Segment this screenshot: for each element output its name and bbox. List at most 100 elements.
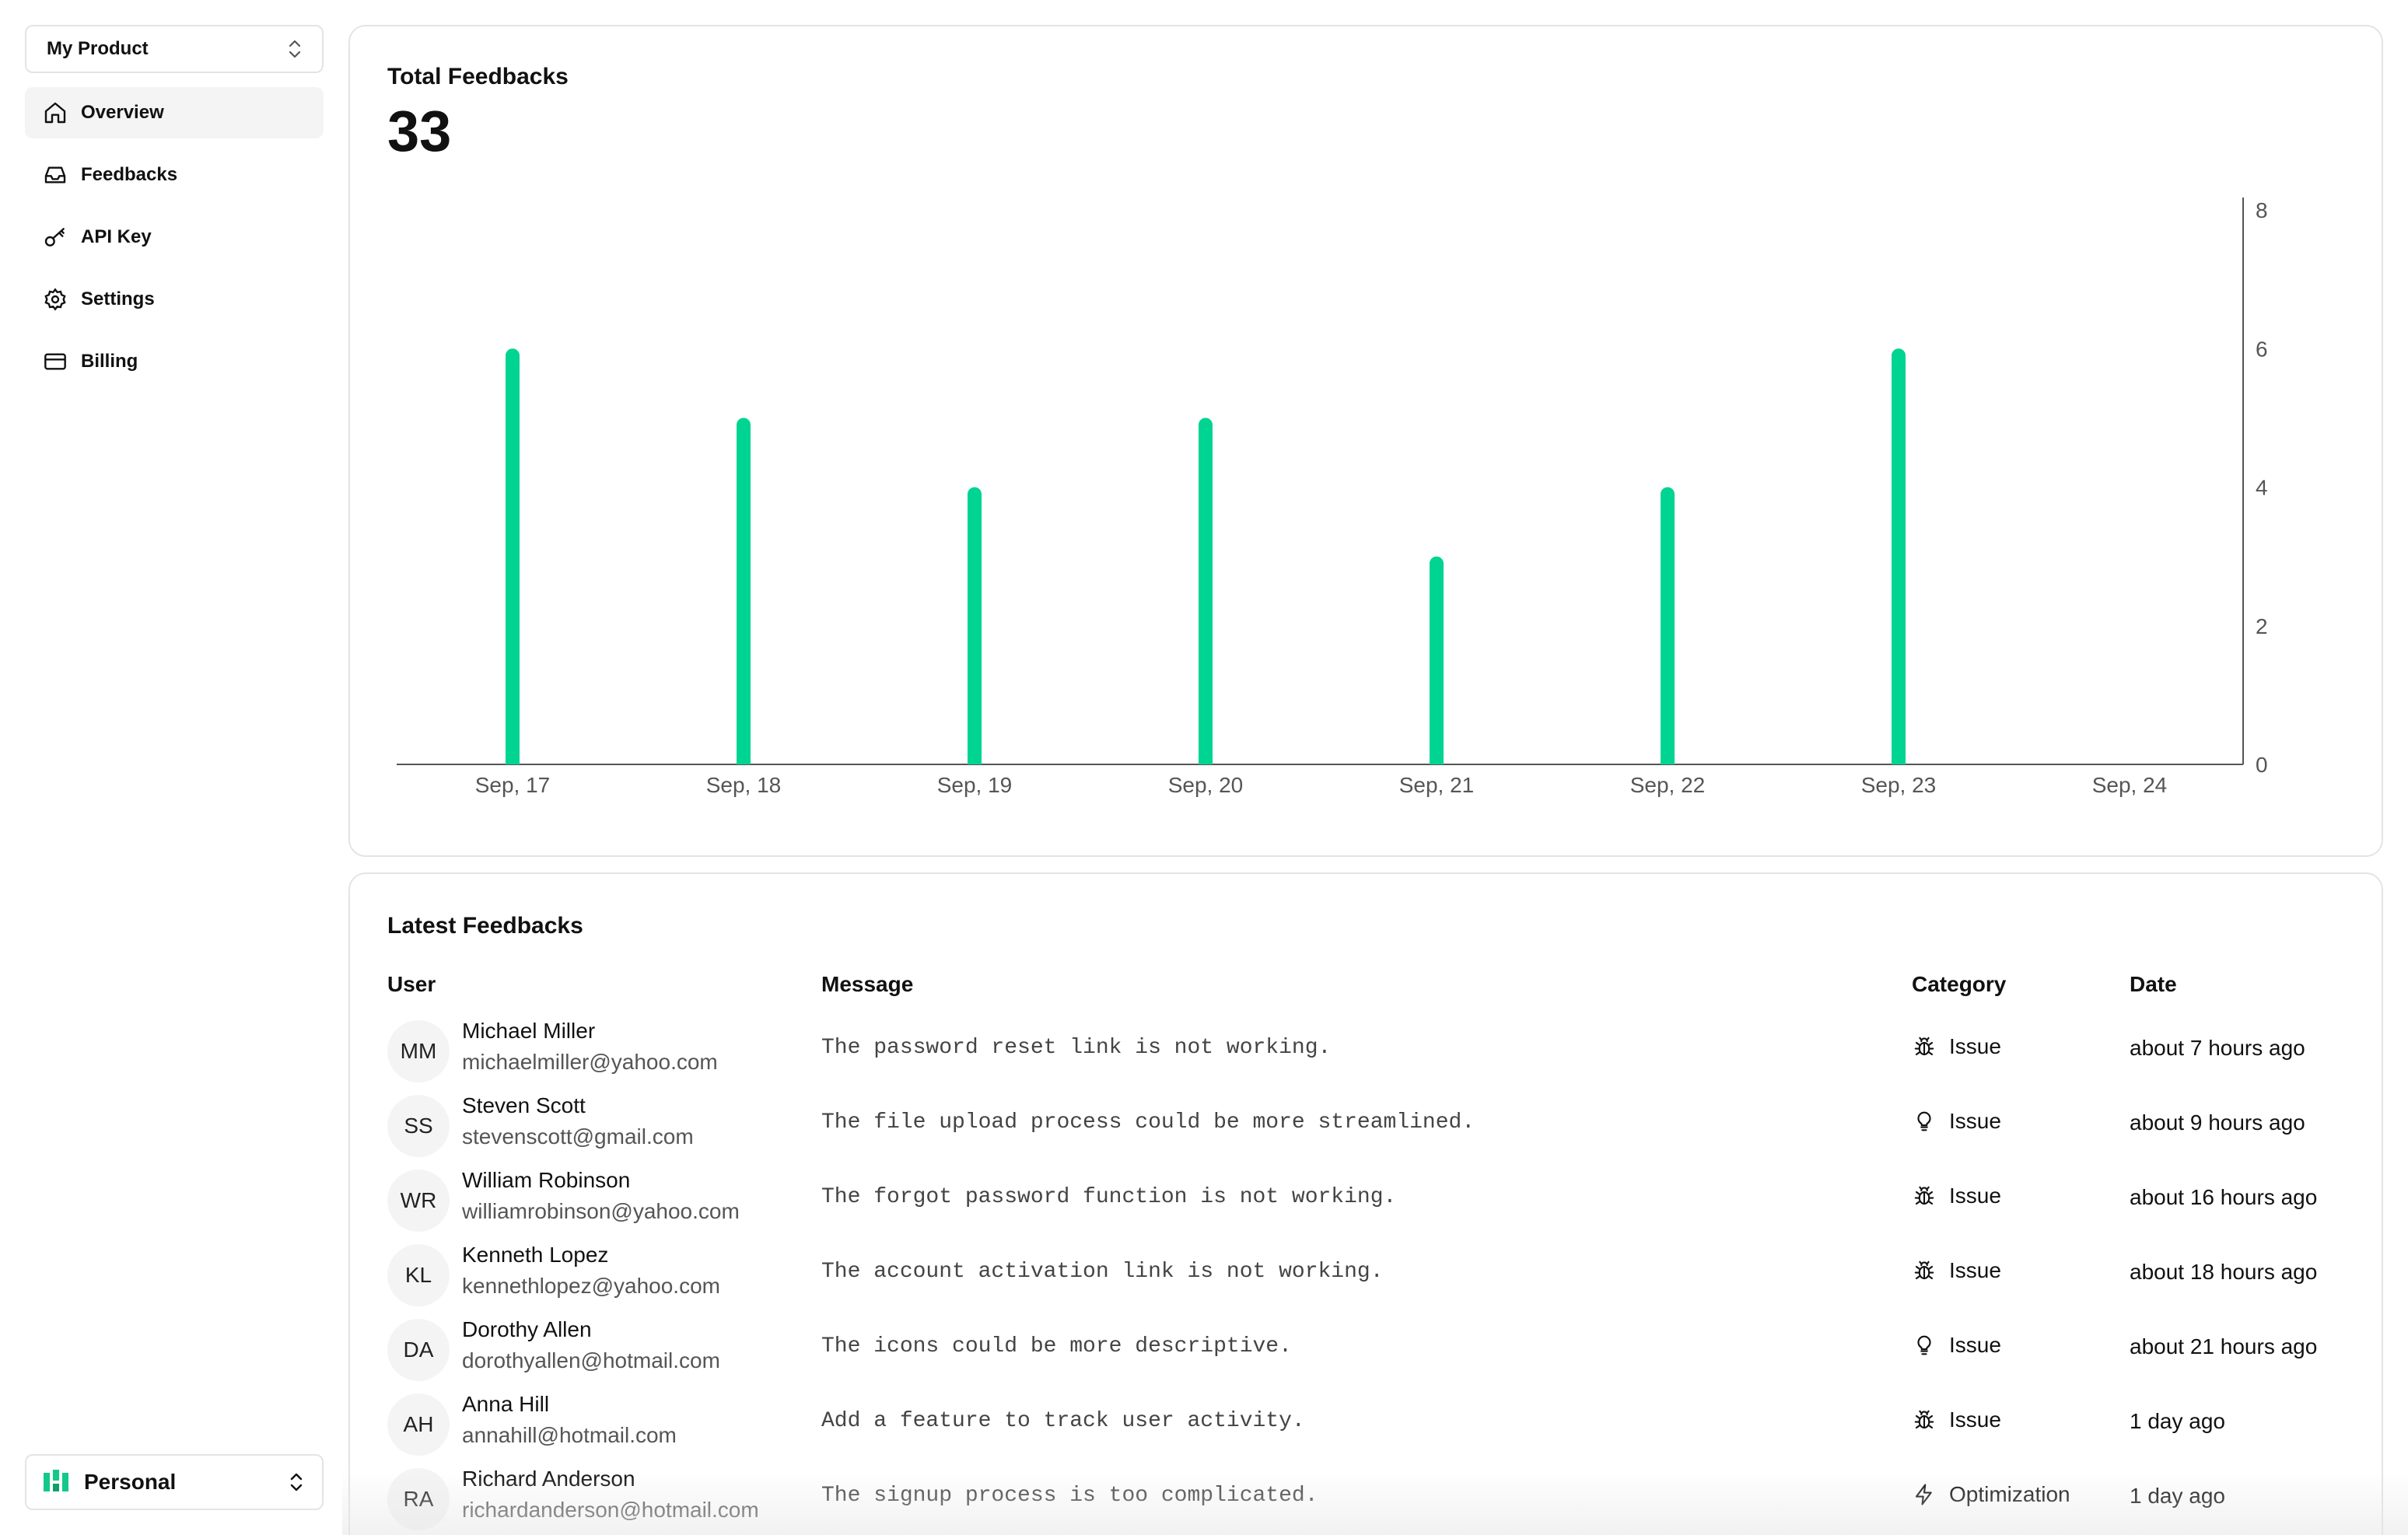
- x-tick-label: Sep, 18: [706, 773, 782, 797]
- key-icon: [42, 224, 68, 250]
- bar-base: [968, 750, 982, 764]
- sidebar-nav: Overview Feedbacks API Key Settings Bill…: [25, 87, 324, 398]
- avatar: AH: [387, 1393, 450, 1456]
- gear-icon: [42, 286, 68, 313]
- category-label: Optimization: [1949, 1482, 2070, 1506]
- bug-icon: [1912, 1258, 1937, 1283]
- table-row[interactable]: DA Dorothy Allen dorothyallen@hotmail.com T…: [387, 1313, 2347, 1387]
- latest-feedbacks-card: Latest Feedbacks User Message Category D…: [348, 872, 2383, 1535]
- user-email: annahill@hotmail.com: [462, 1423, 677, 1447]
- user-name: Richard Anderson: [462, 1467, 635, 1491]
- column-header-category: Category: [1912, 972, 2007, 996]
- sidebar-item-settings[interactable]: Settings: [25, 274, 324, 325]
- table-row[interactable]: AH Anna Hill annahill@hotmail.com Add a fea…: [387, 1387, 2347, 1462]
- bar-base: [506, 750, 520, 764]
- y-tick-label: 4: [2256, 476, 2268, 500]
- feedback-date: about 9 hours ago: [2130, 1110, 2305, 1135]
- bug-icon: [1912, 1034, 1937, 1059]
- avatar: MM: [387, 1020, 450, 1082]
- bar-base: [1199, 750, 1213, 764]
- category-cell: Issue: [1912, 1184, 2001, 1208]
- sidebar-item-billing[interactable]: Billing: [25, 336, 324, 387]
- category-cell: Optimization: [1912, 1482, 2070, 1507]
- column-header-message: Message: [821, 972, 914, 996]
- x-tick-label: Sep, 19: [937, 773, 1013, 797]
- x-tick-label: Sep, 22: [1630, 773, 1706, 797]
- user-name: Anna Hill: [462, 1392, 550, 1416]
- product-select[interactable]: My Product: [25, 25, 324, 73]
- category-label: Issue: [1949, 1333, 2001, 1357]
- user-email: stevenscott@gmail.com: [462, 1124, 694, 1149]
- sidebar-item-label: Settings: [81, 288, 155, 309]
- avatar: KL: [387, 1244, 450, 1306]
- feedback-date: about 21 hours ago: [2130, 1334, 2318, 1358]
- workspace-select-label: Personal: [84, 1470, 177, 1494]
- y-tick-label: 2: [2256, 614, 2268, 638]
- table-row[interactable]: MM Michael Miller michaelmiller@yahoo.com T…: [387, 1014, 2347, 1089]
- category-cell: Issue: [1912, 1109, 2001, 1134]
- table-card-title: Latest Feedbacks: [387, 913, 583, 939]
- user-email: williamrobinson@yahoo.com: [462, 1199, 740, 1223]
- lightbulb-icon: [1912, 1109, 1937, 1134]
- x-tick-label: Sep, 23: [1861, 773, 1937, 797]
- x-tick-label: Sep, 20: [1168, 773, 1244, 797]
- table-row[interactable]: SS Steven Scott stevenscott@gmail.com The f…: [387, 1089, 2347, 1163]
- avatar: RA: [387, 1468, 450, 1530]
- table-row[interactable]: RA Richard Anderson richardanderson@hotmai…: [387, 1462, 2347, 1535]
- user-name: Steven Scott: [462, 1093, 586, 1117]
- lightbulb-icon: [1912, 1333, 1937, 1358]
- bug-icon: [1912, 1184, 1937, 1208]
- home-icon: [42, 100, 68, 126]
- table-header: User Message Category Date: [387, 972, 2347, 1003]
- column-header-user: User: [387, 972, 436, 996]
- feedback-message: The password reset link is not working.: [821, 1036, 1332, 1060]
- bar-base: [737, 750, 751, 764]
- bar: [506, 348, 520, 764]
- workspace-select-content: Personal: [42, 1468, 176, 1496]
- feedback-date: about 7 hours ago: [2130, 1036, 2305, 1060]
- category-cell: Issue: [1912, 1407, 2001, 1432]
- app-root: My Product Overview Feedbacks API Key Se…: [0, 0, 2408, 1535]
- table-row[interactable]: KL Kenneth Lopez kennethlopez@yahoo.com The…: [387, 1238, 2347, 1313]
- sidebar-item-label: Billing: [81, 351, 138, 372]
- user-email: michaelmiller@yahoo.com: [462, 1050, 718, 1074]
- avatar: DA: [387, 1319, 450, 1381]
- user-name: Michael Miller: [462, 1019, 596, 1043]
- sidebar-item-label: Feedbacks: [81, 164, 178, 185]
- category-cell: Issue: [1912, 1333, 2001, 1358]
- user-name: Dorothy Allen: [462, 1317, 592, 1341]
- category-label: Issue: [1949, 1407, 2001, 1432]
- sidebar-item-overview[interactable]: Overview: [25, 87, 324, 138]
- chevron-up-down-icon: [290, 1473, 303, 1491]
- workspace-select[interactable]: Personal: [25, 1454, 324, 1510]
- sidebar: My Product Overview Feedbacks API Key Se…: [0, 0, 342, 1535]
- user-name: William Robinson: [462, 1168, 631, 1192]
- bar: [1430, 556, 1444, 764]
- sidebar-item-api-key[interactable]: API Key: [25, 212, 324, 263]
- inbox-icon: [42, 162, 68, 188]
- feedback-message: The icons could be more descriptive.: [821, 1334, 1292, 1358]
- category-label: Issue: [1949, 1109, 2001, 1133]
- total-feedbacks-card: Total Feedbacks 33 0 2 4 6 8 Sep, 17 Sep, 18 Se…: [348, 25, 2383, 857]
- sidebar-item-feedbacks[interactable]: Feedbacks: [25, 149, 324, 201]
- lightning-icon: [1912, 1482, 1937, 1507]
- user-email: richardanderson@hotmail.com: [462, 1498, 759, 1522]
- y-tick-label: 0: [2256, 753, 2268, 777]
- bar: [737, 418, 751, 764]
- bar: [1199, 418, 1213, 764]
- avatar: WR: [387, 1170, 450, 1232]
- bar: [1661, 487, 1675, 764]
- table-row[interactable]: WR William Robinson williamrobinson@yahoo.…: [387, 1163, 2347, 1238]
- bar: [968, 487, 982, 764]
- feedbacks-bar-chart: 0 2 4 6 8 Sep, 17 Sep, 18 Sep, 19 Sep, 20 Sep, 21…: [397, 198, 2268, 797]
- category-label: Issue: [1949, 1034, 2001, 1058]
- user-email: kennethlopez@yahoo.com: [462, 1274, 720, 1298]
- column-header-date: Date: [2130, 972, 2177, 996]
- category-cell: Issue: [1912, 1258, 2001, 1283]
- category-cell: Issue: [1912, 1034, 2001, 1059]
- y-tick-label: 8: [2256, 198, 2268, 222]
- workspace-logo-icon: [44, 1470, 68, 1491]
- bar-base: [1661, 750, 1675, 764]
- feedback-date: 1 day ago: [2130, 1484, 2225, 1508]
- sidebar-item-label: Overview: [81, 102, 164, 123]
